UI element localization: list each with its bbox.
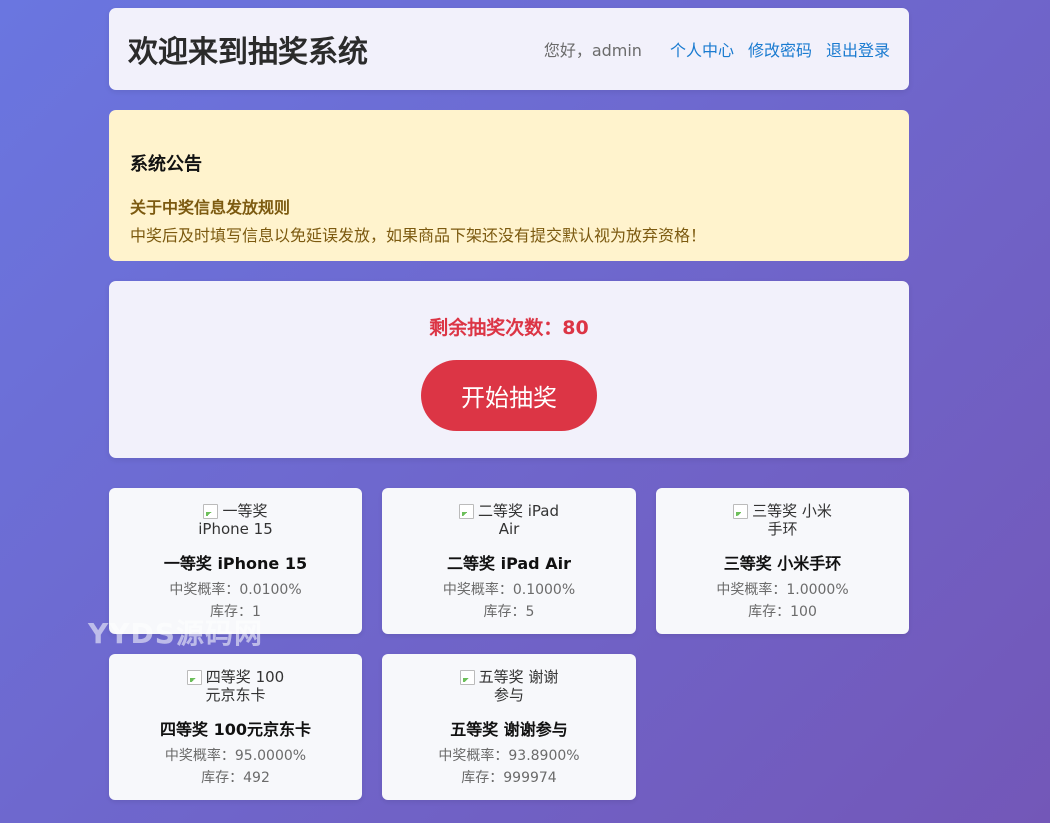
- prize-card: 五等奖 谢谢参与 五等奖 谢谢参与 中奖概率：93.8900% 库存：99997…: [382, 654, 636, 800]
- broken-image-icon: [458, 504, 474, 519]
- broken-image-icon: [203, 504, 219, 519]
- announcement-heading: 系统公告: [130, 154, 202, 175]
- prize-probability: 中奖概率：1.0000%: [716, 582, 849, 598]
- header-bar: 欢迎来到抽奖系统 您好，admin 个人中心 修改密码 退出登录: [109, 8, 909, 90]
- announcement-subtitle: 关于中奖信息发放规则: [130, 198, 291, 217]
- watermark-text: YYDS源码网: [88, 617, 263, 650]
- prize-image-alt: 五等奖 谢谢参与: [478, 668, 559, 704]
- prize-card: 三等奖 小米手环 三等奖 小米手环 中奖概率：1.0000% 库存：100: [656, 488, 909, 634]
- profile-link[interactable]: 个人中心: [670, 37, 734, 61]
- logout-link[interactable]: 退出登录: [826, 37, 890, 61]
- prize-stock: 库存：100: [748, 604, 817, 620]
- prize-image: 三等奖 小米手环: [728, 502, 838, 538]
- prize-image: 四等奖 100元京东卡: [181, 668, 291, 704]
- prize-probability: 中奖概率：0.1000%: [442, 582, 576, 598]
- prize-image: 二等奖 iPad Air: [454, 502, 564, 538]
- start-draw-button[interactable]: 开始抽奖: [421, 360, 597, 431]
- prize-image-alt: 四等奖 100元京东卡: [205, 668, 285, 704]
- remaining-draws: 剩余抽奖次数：80: [429, 317, 589, 339]
- prize-image: 一等奖 iPhone 15: [181, 502, 291, 538]
- change-password-link[interactable]: 修改密码: [748, 37, 812, 61]
- prize-stock: 库存：999974: [461, 770, 557, 786]
- broken-image-icon: [186, 670, 202, 685]
- prize-stock: 库存：492: [201, 770, 270, 786]
- prize-stock: 库存：5: [483, 604, 535, 620]
- broken-image-icon: [459, 670, 475, 685]
- prize-name: 三等奖 小米手环: [723, 554, 842, 573]
- prize-probability: 中奖概率：95.0000%: [164, 748, 307, 764]
- prize-card: 二等奖 iPad Air 二等奖 iPad Air 中奖概率：0.1000% 库…: [382, 488, 636, 634]
- page-container: 欢迎来到抽奖系统 您好，admin 个人中心 修改密码 退出登录 系统公告 关于…: [109, 8, 909, 800]
- prize-name: 一等奖 iPhone 15: [163, 554, 308, 573]
- prize-probability: 中奖概率：0.0100%: [169, 582, 302, 598]
- user-greeting: 您好，admin: [543, 41, 642, 60]
- prize-card: 四等奖 100元京东卡 四等奖 100元京东卡 中奖概率：95.0000% 库存…: [109, 654, 362, 800]
- prize-name: 五等奖 谢谢参与: [450, 720, 568, 739]
- page-title: 欢迎来到抽奖系统: [128, 35, 368, 70]
- draw-panel: 剩余抽奖次数：80 开始抽奖: [109, 281, 909, 458]
- announcement-panel: 系统公告 关于中奖信息发放规则 中奖后及时填写信息以免延误发放，如果商品下架还没…: [109, 110, 909, 261]
- announcement-text: 中奖后及时填写信息以免延误发放，如果商品下架还没有提交默认视为放弃资格！: [130, 226, 707, 245]
- prize-probability: 中奖概率：93.8900%: [438, 748, 580, 764]
- user-nav: 您好，admin 个人中心 修改密码 退出登录: [544, 37, 890, 61]
- prize-image: 五等奖 谢谢参与: [454, 668, 564, 704]
- broken-image-icon: [733, 504, 749, 519]
- prize-image-alt: 三等奖 小米手环: [752, 502, 832, 538]
- prize-image-alt: 二等奖 iPad Air: [477, 502, 560, 538]
- prize-name: 四等奖 100元京东卡: [160, 720, 311, 739]
- prize-name: 二等奖 iPad Air: [447, 554, 571, 573]
